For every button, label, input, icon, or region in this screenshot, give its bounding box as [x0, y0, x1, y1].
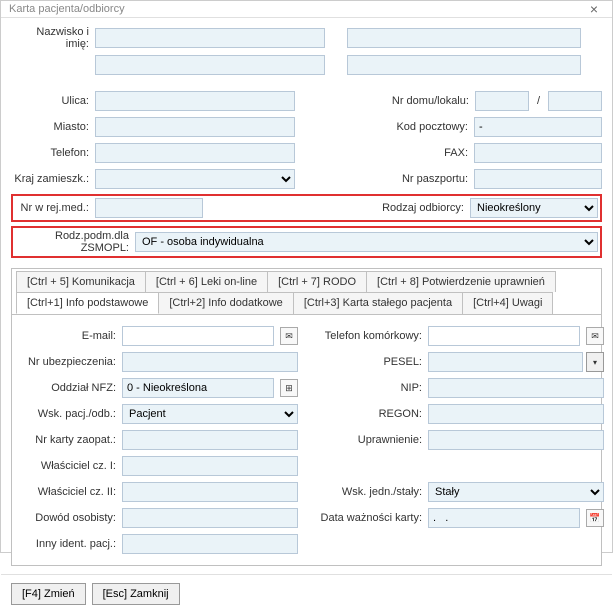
left-column: E-mail: ✉ Nr ubezpieczenia: Oddział NFZ: ⊞…: [20, 325, 298, 555]
close-button[interactable]: [Esc] Zamknij: [92, 583, 180, 605]
tab-notes[interactable]: [Ctrl+4] Uwagi: [462, 292, 553, 314]
city-input[interactable]: [95, 117, 295, 137]
tabs-row-top: [Ctrl + 5] Komunikacja [Ctrl + 6] Leki o…: [12, 269, 601, 292]
slash: /: [533, 95, 544, 107]
pesel-input[interactable]: [428, 352, 583, 372]
tab-meds-online[interactable]: [Ctrl + 6] Leki on-line: [145, 271, 268, 292]
right-column: Telefon komórkowy:✉ PESEL:▾ NIP: REGON: …: [314, 325, 604, 555]
fax-label: FAX:: [299, 147, 470, 159]
mobile-input[interactable]: [428, 326, 580, 346]
calendar-icon[interactable]: 📅: [586, 509, 604, 527]
nip-input[interactable]: [428, 378, 604, 398]
passport-label: Nr paszportu:: [299, 173, 470, 185]
tabs-row-bottom: [Ctrl+1] Info podstawowe [Ctrl+2] Info d…: [12, 292, 601, 315]
wsk-label: Wsk. pacj./odb.:: [20, 408, 118, 420]
house-input[interactable]: [475, 91, 529, 111]
tabs-panel: [Ctrl + 5] Komunikacja [Ctrl + 6] Leki o…: [11, 268, 602, 566]
idcard-input[interactable]: [122, 508, 298, 528]
zip-input[interactable]: [474, 117, 602, 137]
nip-label: NIP:: [314, 382, 424, 394]
unit-select[interactable]: Stały: [428, 482, 604, 502]
name-label: Nazwisko i imię:: [11, 26, 91, 50]
regmed-label: Nr w rej.med.:: [15, 202, 91, 214]
wsk-select[interactable]: Pacjent: [122, 404, 298, 424]
insurance-label: Nr ubezpieczenia:: [20, 356, 118, 368]
email-input[interactable]: [122, 326, 274, 346]
otherid-input[interactable]: [122, 534, 298, 554]
tab-permissions[interactable]: [Ctrl + 8] Potwierdzenie uprawnień: [366, 271, 556, 292]
patient-card-window: Karta pacjenta/odbiorcy × Nazwisko i imi…: [0, 0, 613, 553]
supply-card-input[interactable]: [122, 430, 298, 450]
city-label: Miasto:: [11, 121, 91, 133]
pesel-dropdown-icon[interactable]: ▾: [586, 352, 604, 372]
owner2-input[interactable]: [122, 482, 298, 502]
owner1-label: Właściciel cz. I:: [20, 460, 118, 472]
house-label: Nr domu/lokalu:: [299, 95, 471, 107]
regon-input[interactable]: [428, 404, 604, 424]
passport-input[interactable]: [474, 169, 602, 189]
surname-2-input[interactable]: [95, 55, 325, 75]
change-button[interactable]: [F4] Zmień: [11, 583, 86, 605]
nfz-input[interactable]: [122, 378, 274, 398]
firstname-input[interactable]: [347, 28, 581, 48]
tab-communication[interactable]: [Ctrl + 5] Komunikacja: [16, 271, 146, 292]
surname-input[interactable]: [95, 28, 325, 48]
window-title: Karta pacjenta/odbiorcy: [9, 3, 584, 15]
tab-rodo[interactable]: [Ctrl + 7] RODO: [267, 271, 367, 292]
pesel-label: PESEL:: [314, 356, 424, 368]
entitlement-input[interactable]: [428, 430, 604, 450]
sms-icon[interactable]: ✉: [586, 327, 604, 345]
fax-input[interactable]: [474, 143, 602, 163]
zsmopl-label: Rodz.podm.dla ZSMOPL:: [15, 230, 131, 254]
recipient-type-select[interactable]: Nieokreślony: [470, 198, 598, 218]
nfz-label: Oddział NFZ:: [20, 382, 118, 394]
owner1-input[interactable]: [122, 456, 298, 476]
apt-input[interactable]: [548, 91, 602, 111]
close-icon[interactable]: ×: [584, 1, 604, 17]
button-bar: [F4] Zmień [Esc] Zamknij: [1, 574, 612, 613]
card-expiry-input[interactable]: [428, 508, 580, 528]
country-select[interactable]: [95, 169, 295, 189]
zsmopl-row: Rodz.podm.dla ZSMOPL: OF - osoba indywid…: [11, 226, 602, 258]
zsmopl-select[interactable]: OF - osoba indywidualna: [135, 232, 598, 252]
phone-input[interactable]: [95, 143, 295, 163]
street-label: Ulica:: [11, 95, 91, 107]
regmed-input[interactable]: [95, 198, 203, 218]
tab-info-basic[interactable]: [Ctrl+1] Info podstawowe: [16, 292, 159, 314]
nfz-pick-icon[interactable]: ⊞: [280, 379, 298, 397]
street-input[interactable]: [95, 91, 295, 111]
regon-label: REGON:: [314, 408, 424, 420]
unit-label: Wsk. jedn./stały:: [314, 486, 424, 498]
firstname-2-input[interactable]: [347, 55, 581, 75]
tab-body: E-mail: ✉ Nr ubezpieczenia: Oddział NFZ: ⊞…: [12, 315, 601, 565]
otherid-label: Inny ident. pacj.:: [20, 538, 118, 550]
email-label: E-mail:: [20, 330, 118, 342]
idcard-label: Dowód osobisty:: [20, 512, 118, 524]
titlebar: Karta pacjenta/odbiorcy ×: [1, 1, 612, 18]
recipient-type-label: Rodzaj odbiorcy:: [207, 202, 466, 214]
registry-number-row: Nr w rej.med.: Rodzaj odbiorcy: Nieokreś…: [11, 194, 602, 222]
tab-info-extra[interactable]: [Ctrl+2] Info dodatkowe: [158, 292, 293, 314]
email-icon[interactable]: ✉: [280, 327, 298, 345]
tab-loyalty-card[interactable]: [Ctrl+3] Karta stałego pacjenta: [293, 292, 463, 314]
entitlement-label: Uprawnienie:: [314, 434, 424, 446]
zip-label: Kod pocztowy:: [299, 121, 470, 133]
mobile-label: Telefon komórkowy:: [314, 330, 424, 342]
content-area: Nazwisko i imię: Ulica: Nr domu/lokalu: …: [1, 18, 612, 574]
owner2-label: Właściciel cz. II:: [20, 486, 118, 498]
supply-card-label: Nr karty zaopat.:: [20, 434, 118, 446]
card-expiry-label: Data ważności karty:: [314, 512, 424, 524]
phone-label: Telefon:: [11, 147, 91, 159]
country-label: Kraj zamieszk.:: [11, 173, 91, 185]
insurance-input[interactable]: [122, 352, 298, 372]
